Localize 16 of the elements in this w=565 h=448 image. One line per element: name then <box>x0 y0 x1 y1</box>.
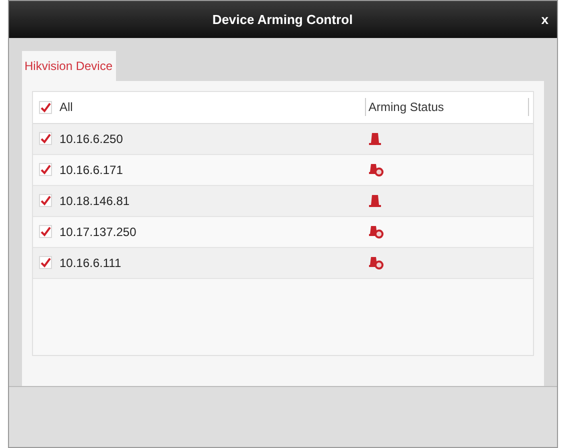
table-cell-text: 10.16.6.171 <box>60 162 123 179</box>
checkbox[interactable] <box>38 256 52 270</box>
window-title: Device Arming Control <box>212 10 353 29</box>
close-button[interactable]: x <box>541 10 548 30</box>
table-cell-text: 10.17.137.250 <box>60 224 136 241</box>
checkbox[interactable] <box>38 225 52 238</box>
table-cell-text: 10.16.6.111 <box>60 254 122 272</box>
table-cell-text: 10.16.6.250 <box>60 130 123 148</box>
checkbox[interactable] <box>38 163 52 176</box>
column-header: All <box>60 99 73 116</box>
column-header: Arming Status <box>364 98 528 116</box>
tab[interactable]: Hikvision Device <box>22 50 116 81</box>
checkbox[interactable] <box>38 100 52 114</box>
checkbox[interactable] <box>38 132 52 146</box>
checkbox[interactable] <box>38 194 52 208</box>
table-cell-text: 10.18.146.81 <box>60 192 130 210</box>
